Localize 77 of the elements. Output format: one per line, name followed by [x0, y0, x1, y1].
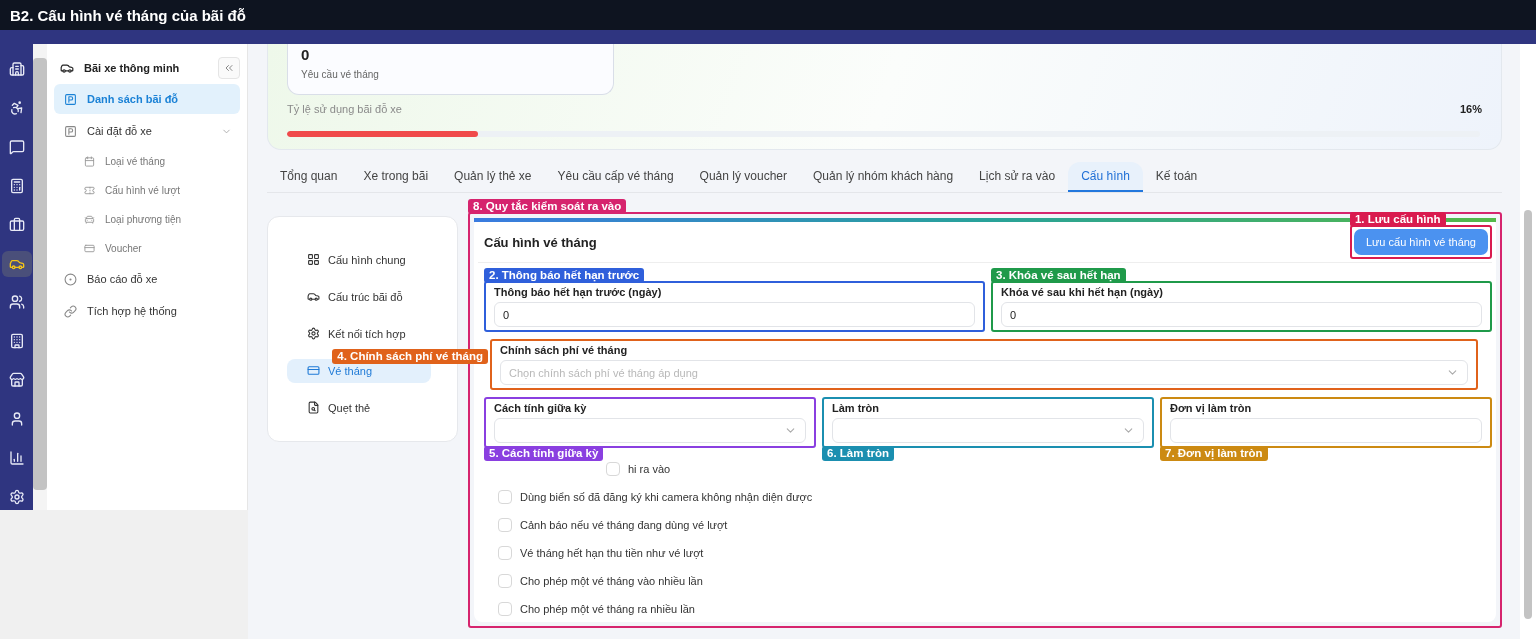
annotation-label: 4. Chính sách phí vé tháng	[332, 349, 488, 364]
checkbox-label: Cho phép một vé tháng ra nhiều lần	[520, 603, 695, 615]
card-icon	[84, 243, 95, 254]
checkbox[interactable]	[498, 602, 512, 616]
input-field[interactable]	[1170, 418, 1482, 443]
sidebar-item[interactable]: Báo cáo đỗ xe	[54, 264, 240, 294]
scrollbar[interactable]	[33, 44, 47, 510]
input-field[interactable]: 0	[1001, 302, 1482, 327]
checkbox[interactable]	[498, 546, 512, 560]
select-field[interactable]	[494, 418, 806, 443]
tab[interactable]: Quản lý thẻ xe	[441, 162, 545, 192]
sidebar-item[interactable]: Danh sách bãi đỗ	[54, 84, 240, 114]
annotation-label: 1. Lưu cấu hình	[1349, 212, 1446, 227]
select-field[interactable]	[832, 418, 1144, 443]
sidebar-item[interactable]: Cấu hình vé lượt	[54, 177, 240, 204]
tab[interactable]: Quản lý voucher	[686, 162, 800, 192]
usage-label: Tỷ lệ sử dụng bãi đỗ xe	[287, 103, 402, 115]
tab[interactable]: Cấu hình	[1068, 162, 1143, 192]
checkbox[interactable]	[606, 462, 620, 476]
annotation-label: 8. Quy tắc kiểm soát ra vào	[468, 199, 627, 214]
ticket-icon	[84, 185, 95, 196]
scrollbar[interactable]	[1520, 44, 1536, 639]
car-icon	[60, 61, 74, 75]
field-label: Thông báo hết hạn trước (ngày)	[494, 286, 663, 298]
document-icon	[307, 401, 320, 414]
checkbox[interactable]	[498, 490, 512, 504]
usage-value: 16%	[1459, 103, 1482, 115]
card-icon	[307, 364, 320, 377]
menu-item[interactable]: Cấu trúc bãi đỗ	[287, 287, 431, 306]
annotation-label: 3. Khóa vé sau hết hạn	[991, 268, 1126, 283]
tab[interactable]: Quản lý nhóm khách hàng	[800, 162, 967, 192]
sidebar-item[interactable]: Voucher	[54, 235, 240, 262]
tab[interactable]: Lịch sử ra vào	[966, 162, 1069, 192]
parking-icon	[64, 92, 77, 106]
tab[interactable]: Yêu cầu cấp vé tháng	[544, 162, 687, 192]
car-icon[interactable]	[1, 250, 32, 277]
annotation-label: 5. Cách tính giữa kỳ	[484, 446, 604, 461]
tab[interactable]: Tổng quan	[267, 162, 351, 192]
sidebar-item[interactable]: Loại phương tiện	[54, 206, 240, 233]
field-label: Đơn vị làm tròn	[1170, 402, 1253, 414]
sidebar-item[interactable]: Cài đặt đỗ xe	[54, 116, 240, 146]
annotation-label: 2. Thông báo hết hạn trước	[484, 268, 645, 283]
sidebar-item[interactable]: Loại vé tháng	[54, 148, 240, 175]
checkbox[interactable]	[498, 518, 512, 532]
checkbox-label: Vé tháng hết hạn thu tiền như vé lượt	[520, 547, 704, 559]
window-title: B2. Cấu hình vé tháng của bãi đỗ	[0, 0, 1536, 30]
field-label: Cách tính giữa kỳ	[494, 402, 588, 414]
checkbox-label: Cảnh báo nếu vé tháng đang dùng vé lượt	[520, 519, 728, 531]
parking-icon	[64, 124, 77, 138]
annotation-label: 6. Làm tròn	[822, 446, 894, 461]
field-label: Chính sách phí vé tháng	[500, 344, 629, 356]
menu-item[interactable]: Kết nối tích hợp	[287, 324, 431, 343]
menu-item[interactable]: Cấu hình chung	[287, 250, 431, 269]
field-label: Khóa vé sau khi hết hạn (ngày)	[1001, 286, 1164, 298]
stat-label: Yêu cầu vé tháng	[301, 69, 380, 80]
annotation-label: 7. Đơn vị làm tròn	[1160, 446, 1268, 461]
circle-icon	[64, 272, 77, 286]
checkbox-label: Dùng biển số đã đăng ký khi camera không nhận diện được	[520, 491, 813, 503]
tab[interactable]: Kế toán	[1142, 162, 1211, 192]
input-field[interactable]: 0	[494, 302, 975, 327]
tab[interactable]: Xe trong bãi	[350, 162, 442, 192]
car-icon	[84, 214, 95, 225]
chevrons-left-icon	[223, 62, 235, 74]
field-label: Làm tròn	[832, 402, 881, 414]
checkbox[interactable]	[498, 574, 512, 588]
sidebar-title: Bãi xe thông minh	[84, 62, 181, 74]
menu-item[interactable]: Quẹt thẻ	[287, 398, 431, 417]
panel-title: Cấu hình vé tháng	[484, 234, 597, 250]
car-icon	[307, 290, 320, 303]
sidebar-item[interactable]: Tích hợp hệ thống	[54, 296, 240, 326]
checkbox-label: hi ra vào	[628, 463, 671, 475]
checkbox-label: Cho phép một vé tháng vào nhiều lần	[520, 575, 703, 587]
grid-icon	[307, 253, 320, 266]
settings-icon	[307, 327, 320, 340]
stat-value: 0	[301, 46, 311, 63]
link-icon	[64, 304, 77, 318]
calendar-icon	[84, 156, 95, 167]
